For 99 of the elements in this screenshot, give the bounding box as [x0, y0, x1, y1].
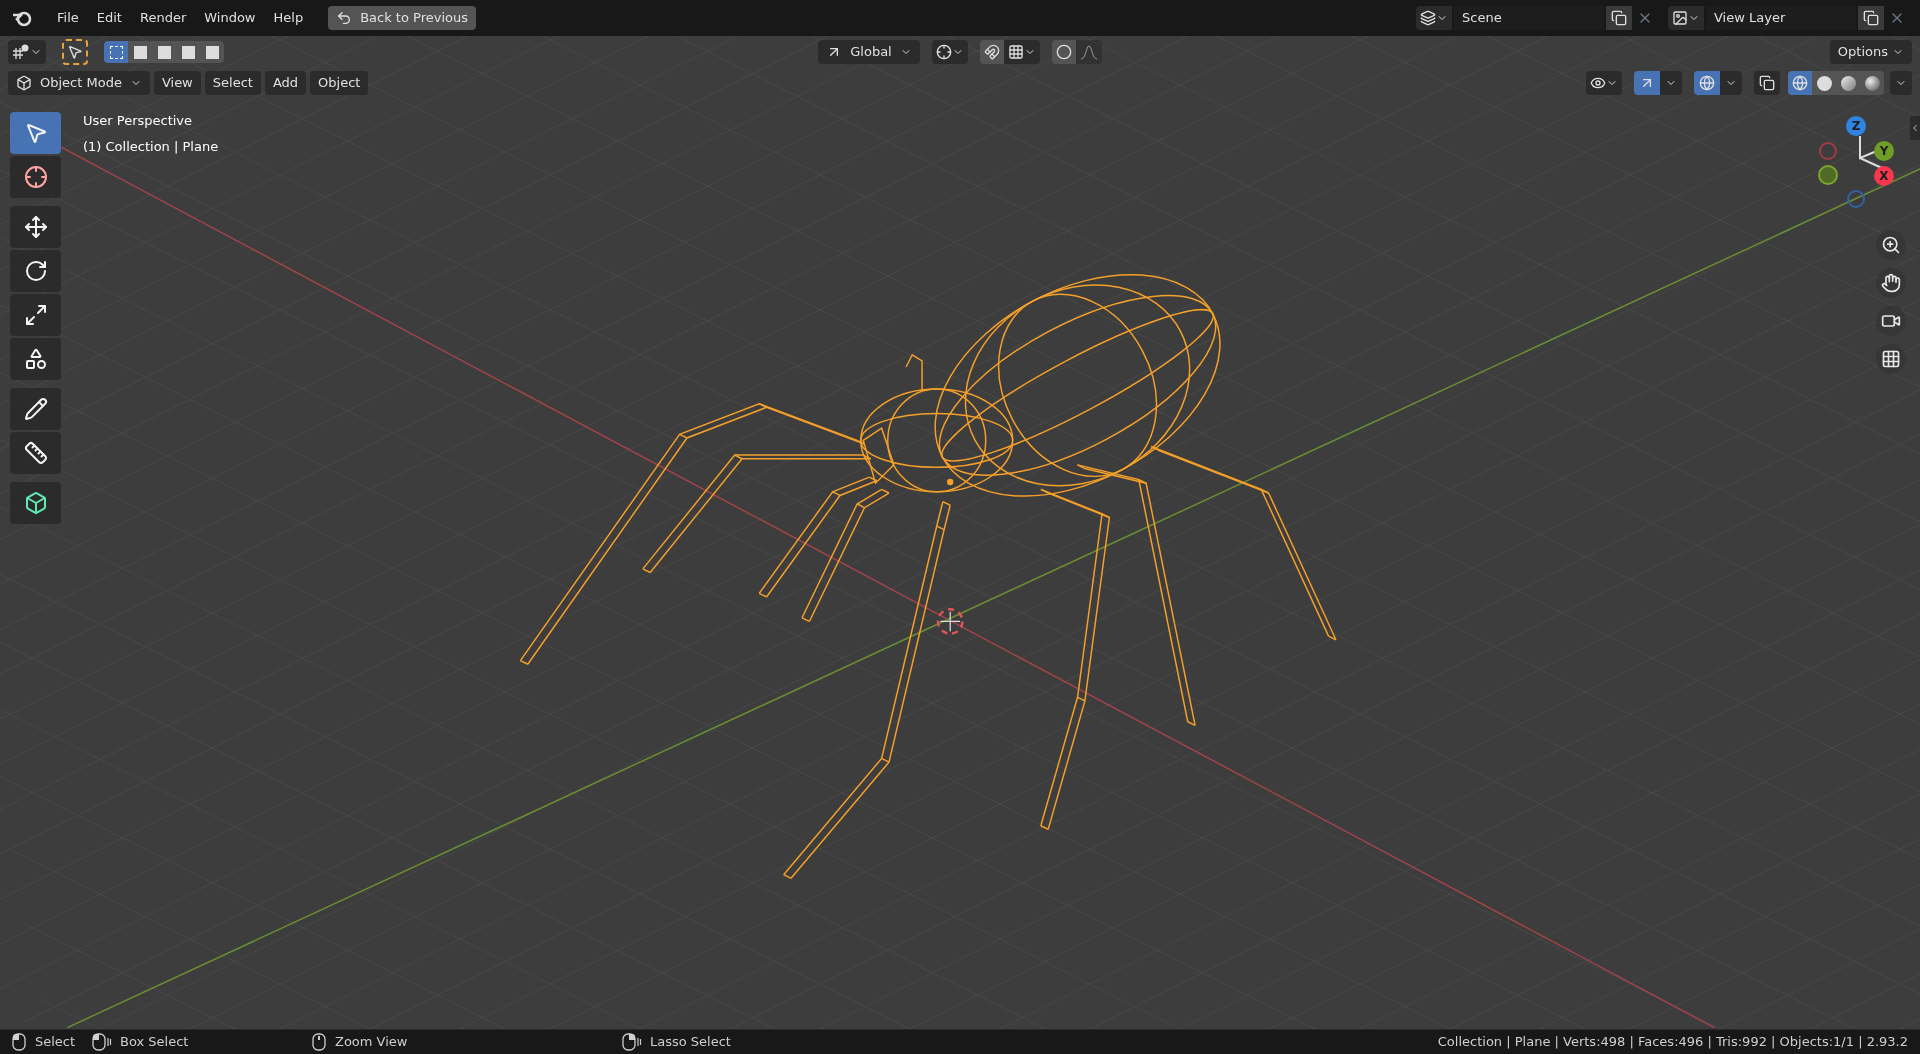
- view-name: User Perspective: [83, 112, 194, 130]
- back-to-previous-button[interactable]: Back to Previous: [328, 6, 476, 30]
- snap-target-button[interactable]: [1003, 40, 1040, 64]
- increment-icon: [1007, 44, 1024, 60]
- transform-icon: [23, 347, 48, 371]
- select-mode-button[interactable]: [200, 41, 224, 63]
- pivot-point-button[interactable]: [931, 40, 968, 64]
- gizmo-menu-button[interactable]: [1660, 71, 1682, 95]
- hand-icon: [1881, 273, 1901, 293]
- scene-statistics: Collection | Plane | Verts:498 | Faces:496 | Tris:992 | Objects:1/1 | 2.93.2: [1437, 1033, 1908, 1052]
- duplicate-button[interactable]: [1606, 6, 1632, 30]
- xray-toggle[interactable]: [1754, 71, 1780, 95]
- mouse-icon: [12, 1032, 27, 1052]
- falloff-button[interactable]: [1075, 40, 1102, 64]
- view-menu-item[interactable]: View: [153, 71, 201, 95]
- scene-browse-button[interactable]: [1416, 6, 1452, 30]
- tool-button[interactable]: [10, 250, 61, 292]
- tool-button[interactable]: [10, 206, 61, 248]
- wireframe-icon: [1792, 75, 1808, 91]
- 3d-cursor-icon: [936, 608, 964, 635]
- cube-icon: [23, 491, 48, 515]
- move-icon: [23, 215, 48, 239]
- view-menu-item[interactable]: Object: [310, 71, 369, 95]
- transform-gizmo-icon: [12, 44, 30, 60]
- rotate-icon: [23, 259, 48, 283]
- view-menu-item[interactable]: Select: [204, 71, 261, 95]
- overlays-toggle[interactable]: [1694, 71, 1720, 95]
- ruler-icon: [23, 441, 48, 465]
- negative-z-axis-icon: [1847, 190, 1865, 208]
- axis-label[interactable]: X: [1874, 166, 1894, 186]
- proportional-editing-toggle[interactable]: [1051, 40, 1076, 64]
- status-hint: Lasso Select: [650, 1033, 731, 1052]
- perspective-button[interactable]: [1876, 344, 1906, 374]
- shading-mode-button[interactable]: [1788, 71, 1812, 95]
- active-tool-button[interactable]: [62, 39, 88, 65]
- negative-x-axis-icon: [1819, 142, 1837, 160]
- tool-button[interactable]: [10, 432, 61, 474]
- scale-icon: [23, 303, 48, 327]
- crosshair-icon: [23, 165, 48, 189]
- menu-item[interactable]: Edit: [87, 4, 131, 32]
- target-icon: [1055, 44, 1072, 60]
- mouse-icon: [622, 1032, 642, 1052]
- pencil-icon: [23, 397, 48, 421]
- pointer-icon: [67, 44, 83, 60]
- copy-icon: [1863, 10, 1879, 26]
- mode-dropdown[interactable]: Object Mode: [8, 71, 150, 95]
- chevron-left-icon: [1910, 122, 1920, 134]
- collection-info: (1) Collection | Plane: [83, 137, 219, 156]
- menu-item[interactable]: File: [48, 4, 88, 32]
- magnet-icon: [983, 44, 1000, 60]
- grid-icon: [1881, 349, 1901, 369]
- camera-button[interactable]: [1876, 306, 1906, 336]
- scene-field[interactable]: Scene: [1454, 6, 1604, 30]
- scene-icon: [1420, 10, 1436, 26]
- falloff-curve-icon: [1079, 44, 1098, 60]
- select-mode-button[interactable]: [128, 41, 152, 63]
- axis-label[interactable]: Y: [1874, 141, 1894, 161]
- menu-item[interactable]: Render: [130, 4, 196, 32]
- image-icon: [1672, 10, 1688, 26]
- status-hint: Select: [35, 1033, 76, 1052]
- overlays-icon: [1699, 75, 1715, 91]
- eye-icon: [1590, 75, 1606, 91]
- tool-button[interactable]: [10, 388, 61, 430]
- select-mode-button[interactable]: [104, 41, 128, 63]
- mouse-icon: [312, 1032, 327, 1052]
- menu-item[interactable]: Window: [195, 4, 265, 32]
- view-layer-browse-button[interactable]: [1668, 6, 1704, 30]
- gizmo-toggle[interactable]: [1634, 71, 1660, 95]
- status-hint: Box Select: [120, 1033, 189, 1052]
- view-layer-field[interactable]: View Layer: [1706, 6, 1856, 30]
- mouse-icon: [92, 1032, 112, 1052]
- duplicate-button[interactable]: [1858, 6, 1884, 30]
- copy-icon: [1611, 10, 1627, 26]
- zoom-button[interactable]: [1876, 230, 1906, 260]
- overlays-menu-button[interactable]: [1720, 71, 1742, 95]
- snap-toggle[interactable]: [979, 40, 1004, 64]
- axis-label[interactable]: Z: [1846, 116, 1866, 136]
- zoom-icon: [1881, 235, 1901, 255]
- menu-item[interactable]: Help: [264, 4, 313, 32]
- negative-y-axis-icon: [1818, 165, 1838, 185]
- tool-button[interactable]: [10, 338, 61, 380]
- options-dropdown[interactable]: Options: [1829, 40, 1912, 64]
- app-logo-icon: [12, 9, 32, 27]
- tool-button[interactable]: [10, 482, 61, 524]
- tool-button[interactable]: [10, 294, 61, 336]
- back-icon: [336, 10, 353, 26]
- status-hint: Zoom View: [335, 1033, 408, 1052]
- sidebar-toggle[interactable]: [1910, 116, 1920, 140]
- xray-icon: [1759, 75, 1775, 91]
- pivot-button[interactable]: [8, 40, 46, 64]
- tool-button[interactable]: [10, 156, 61, 198]
- object-mode-icon: [16, 75, 32, 91]
- shading-mode-button[interactable]: [1812, 71, 1836, 95]
- shading-menu-button[interactable]: [1890, 71, 1912, 95]
- shading-mode-button[interactable]: [1860, 71, 1884, 95]
- view-menu-item[interactable]: Add: [264, 71, 307, 95]
- orientation-dropdown[interactable]: Global: [818, 40, 920, 64]
- visibility-button[interactable]: [1586, 71, 1622, 95]
- pan-button[interactable]: [1876, 268, 1906, 298]
